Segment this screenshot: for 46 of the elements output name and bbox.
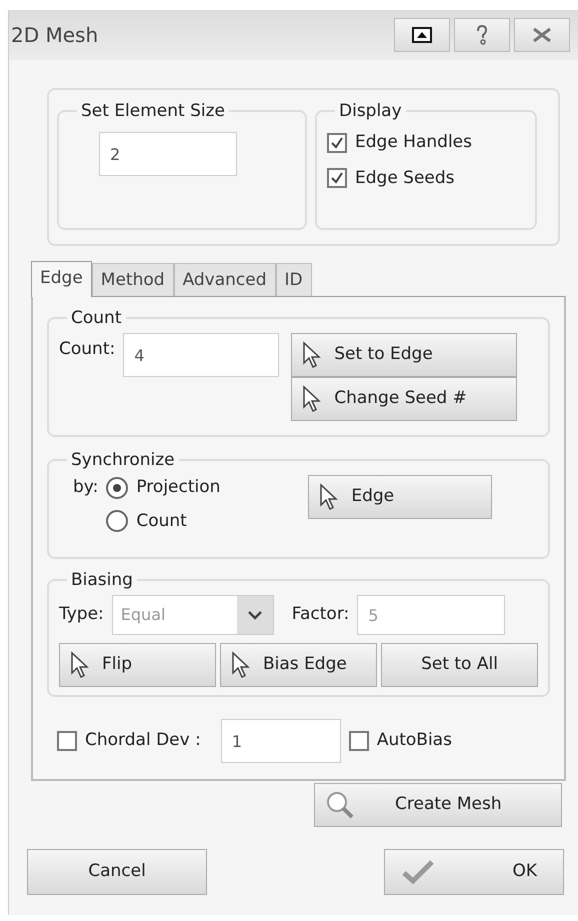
button[interactable]: Set to Edge — [291, 333, 518, 377]
check-icon — [330, 171, 344, 186]
radio-label: Projection — [136, 476, 220, 499]
tab[interactable]: Advanced — [174, 263, 276, 296]
radio-label: Count — [136, 510, 187, 532]
pointer-icon — [70, 651, 90, 679]
pointer-icon — [319, 483, 340, 511]
search-icon — [325, 790, 355, 820]
size-field[interactable]: 2 — [99, 132, 237, 176]
help-icon — [474, 24, 490, 46]
field-label: Count: — [59, 338, 116, 361]
help-button[interactable] — [454, 18, 510, 52]
window-title: 2D Mesh — [11, 22, 98, 49]
radio-button[interactable] — [106, 476, 128, 499]
field-label: Type: — [59, 603, 104, 626]
pointer-icon — [302, 341, 322, 369]
checkbox-label: Edge Seeds — [355, 166, 455, 190]
tab[interactable]: Method — [92, 263, 174, 296]
tab[interactable]: ID — [276, 263, 312, 296]
checkbox[interactable] — [327, 132, 347, 153]
checkbox[interactable] — [348, 731, 369, 751]
field-label: Factor: — [292, 603, 350, 626]
radio-button[interactable] — [106, 510, 128, 532]
checkbox-label: Edge Handles — [355, 131, 472, 154]
button[interactable]: Flip — [59, 643, 216, 687]
button[interactable]: Cancel — [27, 849, 207, 895]
tab[interactable]: Edge — [31, 261, 92, 297]
checkbox[interactable] — [327, 168, 347, 188]
check-icon — [330, 136, 344, 150]
button[interactable]: Edge — [308, 475, 492, 519]
create-mesh-button[interactable]: Create Mesh — [314, 783, 562, 827]
button[interactable]: Set to All — [381, 643, 538, 687]
button[interactable]: OK — [384, 849, 564, 895]
pointer-icon — [231, 651, 251, 679]
check-icon — [401, 859, 435, 885]
button[interactable]: Change Seed # — [291, 377, 518, 421]
checkbox-label: AutoBias — [376, 729, 452, 752]
chordal-field[interactable]: 1 — [220, 719, 341, 763]
pointer-icon — [302, 385, 322, 413]
restore-button[interactable] — [394, 18, 450, 52]
field-label: by: — [73, 476, 98, 499]
checkbox-label: Chordal Dev : — [85, 729, 201, 752]
close-button[interactable] — [514, 18, 570, 52]
checkbox[interactable] — [57, 731, 77, 751]
count-field[interactable]: 4 — [123, 333, 280, 377]
button[interactable]: Bias Edge — [220, 643, 377, 687]
